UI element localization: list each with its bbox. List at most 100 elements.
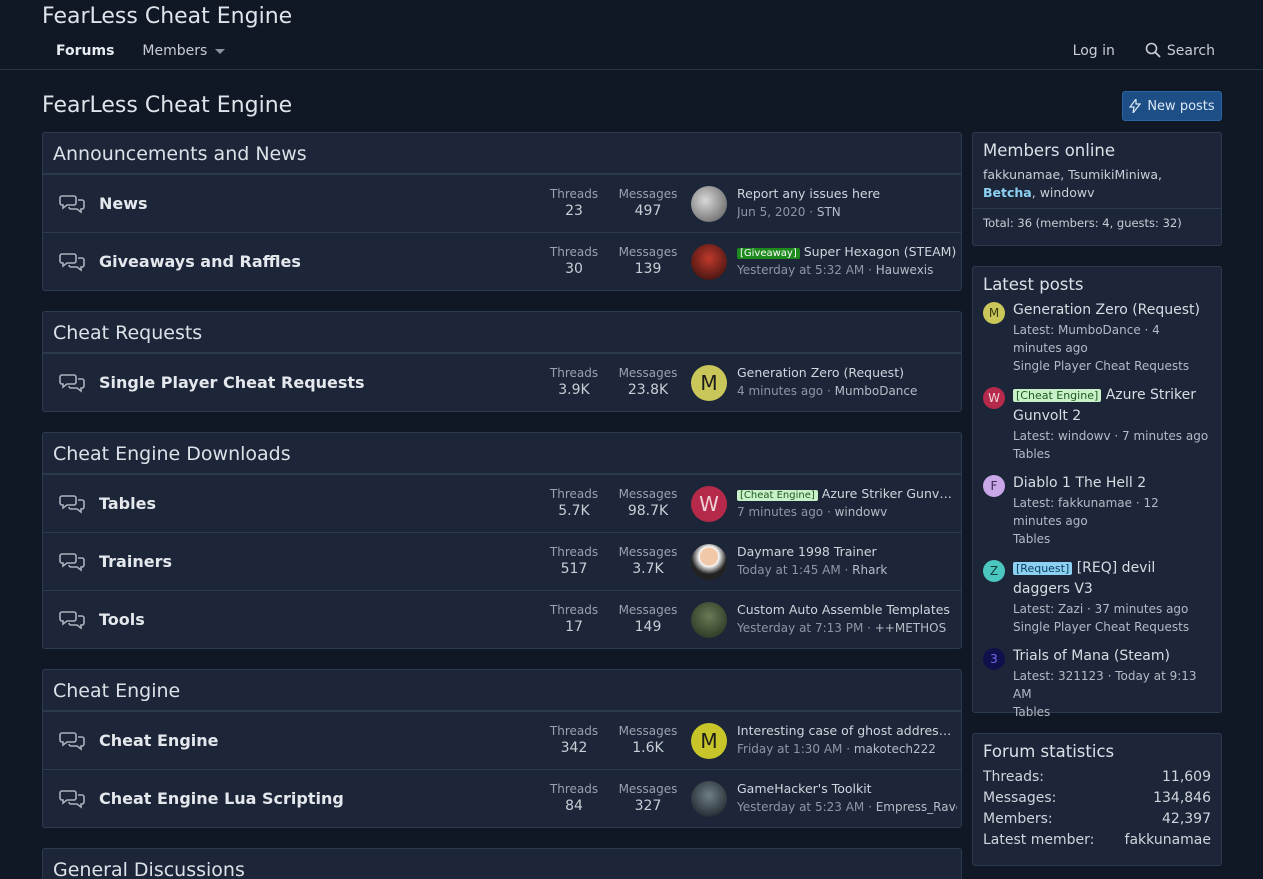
messages-stat: Messages 23.8K	[613, 366, 683, 398]
last-post-title[interactable]: Generation Zero (Request)	[737, 365, 904, 380]
category-title[interactable]: Announcements and News	[43, 133, 961, 174]
latest-posts-list: M Generation Zero (Request) Latest: Mumb…	[973, 300, 1221, 721]
online-member[interactable]: TsumikiMiniwa	[1068, 167, 1158, 182]
last-post-user[interactable]: windowv	[835, 505, 888, 519]
avatar[interactable]: M	[691, 723, 727, 759]
forum-stats-title: Forum statistics	[983, 742, 1115, 761]
avatar[interactable]: Z	[983, 560, 1005, 582]
avatar[interactable]: F	[983, 475, 1005, 497]
last-post-date[interactable]: 4 minutes ago	[737, 384, 823, 398]
latest-post-item: 3 Trials of Mana (Steam) Latest: 321123 …	[983, 646, 1211, 721]
forum-title[interactable]: Cheat Engine	[99, 731, 219, 750]
last-post-title-row: Report any issues here	[737, 186, 957, 201]
last-post-date[interactable]: Yesterday at 7:13 PM	[737, 621, 863, 635]
last-post-user[interactable]: makotech222	[854, 742, 936, 756]
last-post-user[interactable]: MumboDance	[835, 384, 918, 398]
search-link[interactable]: Search	[1137, 40, 1223, 62]
forum-title[interactable]: Tables	[99, 494, 156, 513]
latest-post-meta: Latest: 321123 · Today at 9:13 AM	[1013, 669, 1197, 701]
last-post: [Giveaway] Super Hexagon (STEAM) Yesterd…	[737, 244, 957, 277]
avatar[interactable]	[691, 244, 727, 280]
site-header: FearLess Cheat Engine Forums Members Log…	[0, 0, 1263, 70]
avatar[interactable]: M	[691, 365, 727, 401]
thread-prefix[interactable]: [Cheat Engine]	[1013, 389, 1102, 402]
forum-title[interactable]: Single Player Cheat Requests	[99, 373, 365, 392]
chat-bubbles-icon	[59, 253, 85, 272]
last-post-user[interactable]: Hauwexis	[876, 263, 934, 277]
site-title[interactable]: FearLess Cheat Engine	[42, 4, 292, 29]
online-member[interactable]: Betcha	[983, 185, 1032, 200]
nav-forums[interactable]: Forums	[42, 40, 128, 62]
forum-title[interactable]: Tools	[99, 610, 145, 629]
last-post-user[interactable]: Empress_Raven	[876, 800, 957, 814]
stat-value[interactable]: fakkunamae	[1125, 830, 1211, 851]
last-post-title[interactable]: Daymare 1998 Trainer	[737, 544, 877, 559]
last-post-title[interactable]: Custom Auto Assemble Templates	[737, 602, 950, 617]
last-post: [Cheat Engine] Azure Striker Gunvolt 2 7…	[737, 486, 957, 519]
latest-post-forum[interactable]: Tables	[1013, 530, 1211, 548]
messages-stat: Messages 327	[613, 782, 683, 814]
last-post-date[interactable]: Friday at 1:30 AM	[737, 742, 842, 756]
latest-post-forum[interactable]: Tables	[1013, 445, 1211, 463]
last-post-date[interactable]: Jun 5, 2020	[737, 205, 805, 219]
latest-post-forum[interactable]: Single Player Cheat Requests	[1013, 357, 1211, 375]
last-post-title[interactable]: Azure Striker Gunvolt 2	[822, 486, 957, 501]
threads-count: 17	[565, 619, 583, 635]
last-post-date[interactable]: Yesterday at 5:23 AM	[737, 800, 864, 814]
chat-bubbles-icon	[59, 195, 85, 214]
latest-post-forum[interactable]: Tables	[1013, 703, 1211, 721]
avatar[interactable]	[691, 544, 727, 580]
last-post-user[interactable]: ++METHOS	[875, 621, 946, 635]
latest-post-meta: Latest: MumboDance · 4 minutes ago	[1013, 323, 1160, 355]
forum-title[interactable]: Trainers	[99, 552, 172, 571]
last-post-title-row: [Cheat Engine] Azure Striker Gunvolt 2	[737, 486, 957, 501]
members-online-block: Members online fakkunamae, TsumikiMiniwa…	[972, 132, 1222, 246]
last-post-date[interactable]: 7 minutes ago	[737, 505, 823, 519]
avatar[interactable]: W	[983, 387, 1005, 409]
chat-bubbles-icon	[59, 495, 85, 514]
new-posts-button[interactable]: New posts	[1122, 91, 1222, 121]
online-member[interactable]: windowv	[1040, 185, 1095, 200]
thread-prefix[interactable]: [Request]	[1013, 562, 1073, 575]
latest-post-title[interactable]: Diablo 1 The Hell 2	[1013, 475, 1146, 491]
latest-post-title[interactable]: Generation Zero (Request)	[1013, 302, 1200, 318]
forum-title[interactable]: Cheat Engine Lua Scripting	[99, 789, 344, 808]
latest-post-title-row: [Cheat Engine] Azure Striker Gunvolt 2	[1013, 385, 1211, 427]
category-title[interactable]: Cheat Requests	[43, 312, 961, 353]
last-post-title[interactable]: Report any issues here	[737, 186, 880, 201]
last-post-user[interactable]: Rhark	[852, 563, 887, 577]
category-title[interactable]: General Discussions	[43, 849, 961, 879]
forum-title[interactable]: Giveaways and Raffles	[99, 252, 301, 271]
forum-title[interactable]: News	[99, 194, 148, 213]
last-post-user[interactable]: STN	[817, 205, 841, 219]
category-title[interactable]: Cheat Engine Downloads	[43, 433, 961, 474]
avatar[interactable]: M	[983, 302, 1005, 324]
thread-prefix[interactable]: [Giveaway]	[737, 248, 800, 259]
online-member[interactable]: fakkunamae	[983, 167, 1060, 182]
latest-post-forum[interactable]: Single Player Cheat Requests	[1013, 618, 1211, 636]
last-post-date[interactable]: Today at 1:45 AM	[737, 563, 841, 577]
nav-members[interactable]: Members	[128, 40, 239, 62]
threads-label: Threads	[549, 187, 599, 201]
last-post-title[interactable]: GameHacker's Toolkit	[737, 781, 872, 796]
avatar[interactable]: W	[691, 486, 727, 522]
threads-stat: Threads 84	[539, 782, 609, 814]
last-post-meta: Today at 1:45 AM · Rhark	[737, 563, 888, 577]
messages-count: 23.8K	[627, 382, 669, 398]
last-post: Custom Auto Assemble Templates Yesterday…	[737, 602, 957, 635]
login-link[interactable]: Log in	[1065, 40, 1123, 62]
last-post-date[interactable]: Yesterday at 5:32 AM	[737, 263, 864, 277]
search-icon	[1145, 42, 1161, 58]
thread-prefix[interactable]: [Cheat Engine]	[737, 490, 818, 501]
avatar[interactable]	[691, 186, 727, 222]
category-title[interactable]: Cheat Engine	[43, 670, 961, 711]
avatar[interactable]	[691, 602, 727, 638]
last-post-title[interactable]: Interesting case of ghost address (…	[737, 723, 957, 738]
last-post-title[interactable]: Super Hexagon (STEAM)	[804, 244, 957, 259]
avatar[interactable]	[691, 781, 727, 817]
forum-node: News Threads 23 Messages 497 Report any …	[43, 174, 961, 232]
avatar[interactable]: 3	[983, 648, 1005, 670]
latest-post-title[interactable]: Trials of Mana (Steam)	[1013, 648, 1170, 664]
threads-stat: Threads 23	[539, 187, 609, 219]
messages-count: 327	[634, 798, 662, 814]
